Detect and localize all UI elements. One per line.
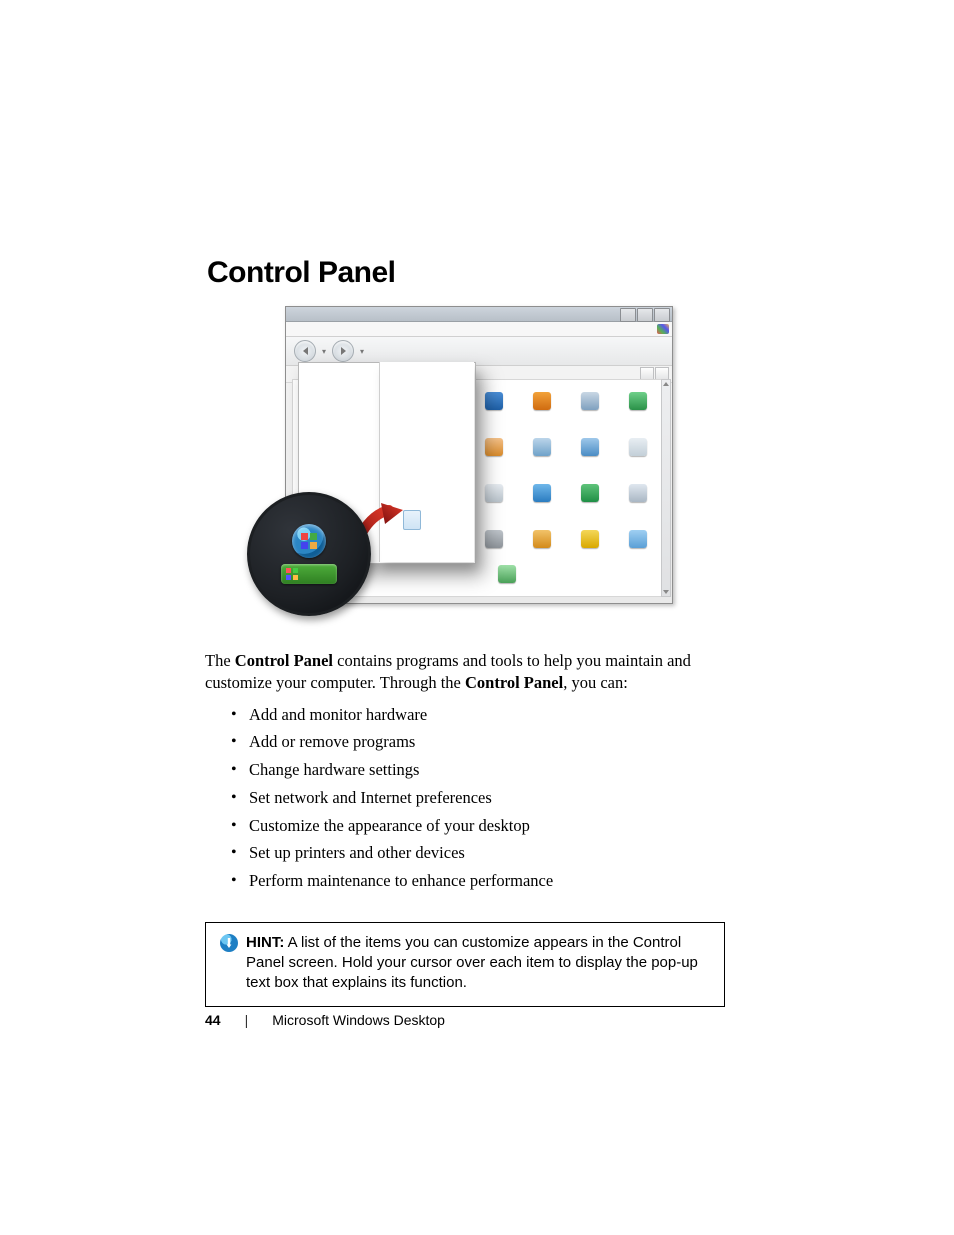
start-menu-subpanel [379,362,474,562]
footer-section: Microsoft Windows Desktop [272,1012,445,1028]
feature-bullet-list: Add and monitor hardware Add or remove pr… [227,704,725,892]
start-button-magnifier [247,492,371,616]
fonts-icon[interactable] [629,530,647,548]
taskbar-start-button[interactable] [281,564,337,584]
back-history-dropdown[interactable]: ▾ [322,347,326,356]
page-footer: 44 | Microsoft Windows Desktop [205,1012,725,1028]
body-text: The Control Panel contains programs and … [205,650,725,892]
feature-bullet: Set network and Internet preferences [227,787,725,809]
vertical-scrollbar[interactable] [661,379,671,597]
start-orb-icon[interactable] [292,524,326,558]
system-icon[interactable] [629,484,647,502]
footer-separator: | [245,1012,249,1028]
back-button[interactable] [294,340,316,362]
hint-icon [220,934,238,952]
scroll-up-icon[interactable] [662,380,670,388]
hint-label: HINT: [246,934,284,951]
display-icon[interactable] [485,392,503,410]
hint-content: HINT: A list of the items you can custom… [246,933,710,994]
search-options-icon[interactable] [581,392,599,410]
page-number: 44 [205,1012,221,1028]
feature-bullet: Add and monitor hardware [227,704,725,726]
wireless-icon[interactable] [581,530,599,548]
hint-text: A list of the items you can customize ap… [246,934,698,992]
close-button[interactable] [654,308,670,322]
start-menu-item-icon [403,510,421,530]
feature-bullet: Set up printers and other devices [227,842,725,864]
windows-flag-icon [657,324,669,334]
control-panel-icon-grid [468,381,658,559]
hint-box: HINT: A list of the items you can custom… [205,922,725,1007]
user-accounts-icon[interactable] [533,392,551,410]
scroll-down-icon[interactable] [662,588,670,596]
date-time-icon[interactable] [581,438,599,456]
firewall-icon[interactable] [533,530,551,548]
forward-history-dropdown[interactable]: ▾ [360,347,364,356]
menubar [286,322,672,337]
minimize-button[interactable] [620,308,636,322]
speech-icon[interactable] [485,530,503,548]
feature-bullet: Perform maintenance to enhance performan… [227,870,725,892]
page-heading: Control Panel [207,256,725,290]
control-panel-screenshot: ▾ ▾ [275,306,675,612]
regional-settings-icon[interactable] [498,565,516,583]
security-icon[interactable] [629,392,647,410]
feature-bullet: Change hardware settings [227,759,725,781]
maximize-button[interactable] [637,308,653,322]
internet-options-icon[interactable] [581,484,599,502]
audio-icon[interactable] [533,438,551,456]
printers-icon[interactable] [485,484,503,502]
scheduled-tasks-icon[interactable] [629,438,647,456]
java-icon[interactable] [485,438,503,456]
network-connections-icon[interactable] [533,484,551,502]
feature-bullet: Customize the appearance of your desktop [227,815,725,837]
forward-button[interactable] [332,340,354,362]
window-titlebar [286,307,672,322]
feature-bullet: Add or remove programs [227,731,725,753]
intro-paragraph: The Control Panel contains programs and … [205,650,725,694]
